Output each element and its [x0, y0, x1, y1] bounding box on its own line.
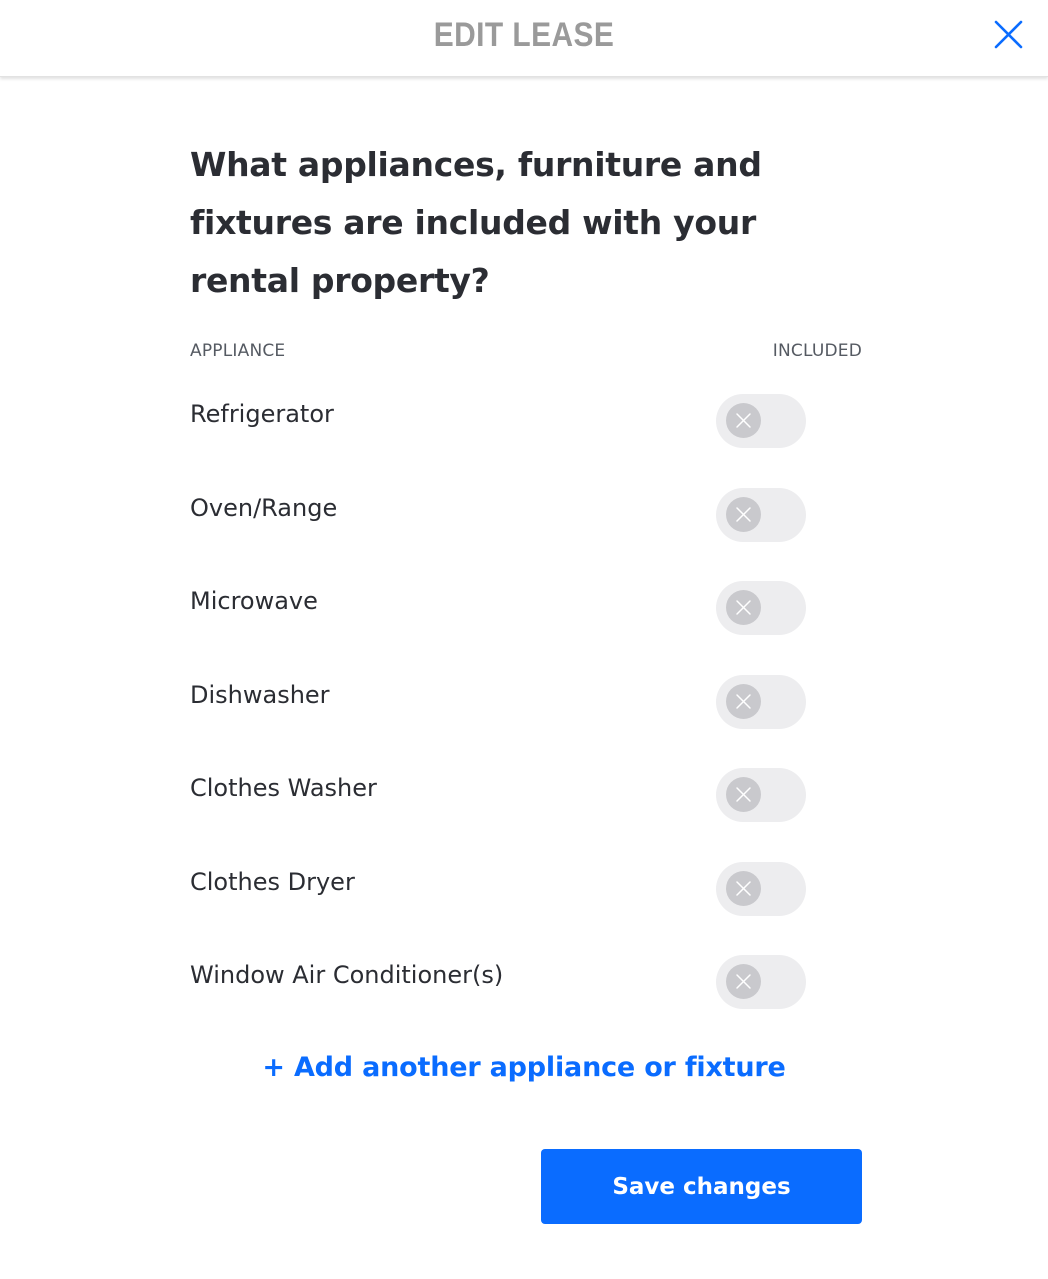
modal-title: EDIT LEASE: [433, 16, 615, 54]
x-icon: [736, 600, 751, 615]
appliance-row: Window Air Conditioner(s): [190, 955, 862, 1009]
question-heading: What appliances, furniture and fixtures …: [190, 145, 762, 300]
appliance-row: Refrigerator: [190, 394, 862, 448]
toggle-knob: [726, 497, 761, 532]
appliance-row: Microwave: [190, 581, 862, 635]
included-toggle[interactable]: [716, 675, 806, 729]
add-appliance-link[interactable]: + Add another appliance or fixture: [0, 1052, 1048, 1083]
x-icon: [736, 507, 751, 522]
x-icon: [736, 413, 751, 428]
x-icon: [736, 974, 751, 989]
appliance-label: Clothes Dryer: [190, 868, 355, 896]
appliance-row: Oven/Range: [190, 488, 862, 542]
column-header-included: INCLUDED: [772, 341, 862, 361]
x-icon: [736, 787, 751, 802]
toggle-knob: [726, 964, 761, 999]
close-button[interactable]: [992, 18, 1026, 52]
appliance-row: Clothes Dryer: [190, 862, 862, 916]
column-header-appliance: APPLIANCE: [190, 341, 286, 361]
included-toggle[interactable]: [716, 768, 806, 822]
appliance-label: Refrigerator: [190, 400, 334, 428]
appliance-label: Window Air Conditioner(s): [190, 961, 504, 989]
included-toggle[interactable]: [716, 862, 806, 916]
appliance-row: Clothes Washer: [190, 768, 862, 822]
toggle-knob: [726, 684, 761, 719]
x-icon: [736, 694, 751, 709]
appliance-label: Clothes Washer: [190, 774, 377, 802]
toggle-knob: [726, 403, 761, 438]
close-icon: [994, 20, 1023, 49]
included-toggle[interactable]: [716, 955, 806, 1009]
modal-header: EDIT LEASE: [0, 0, 1048, 77]
toggle-knob: [726, 777, 761, 812]
toggle-knob: [726, 871, 761, 906]
appliance-label: Microwave: [190, 587, 318, 615]
save-changes-button[interactable]: Save changes: [541, 1149, 862, 1224]
included-toggle[interactable]: [716, 394, 806, 448]
included-toggle[interactable]: [716, 488, 806, 542]
appliance-label: Oven/Range: [190, 494, 338, 522]
included-toggle[interactable]: [716, 581, 806, 635]
appliance-label: Dishwasher: [190, 681, 330, 709]
appliance-row: Dishwasher: [190, 675, 862, 729]
toggle-knob: [726, 590, 761, 625]
x-icon: [736, 881, 751, 896]
